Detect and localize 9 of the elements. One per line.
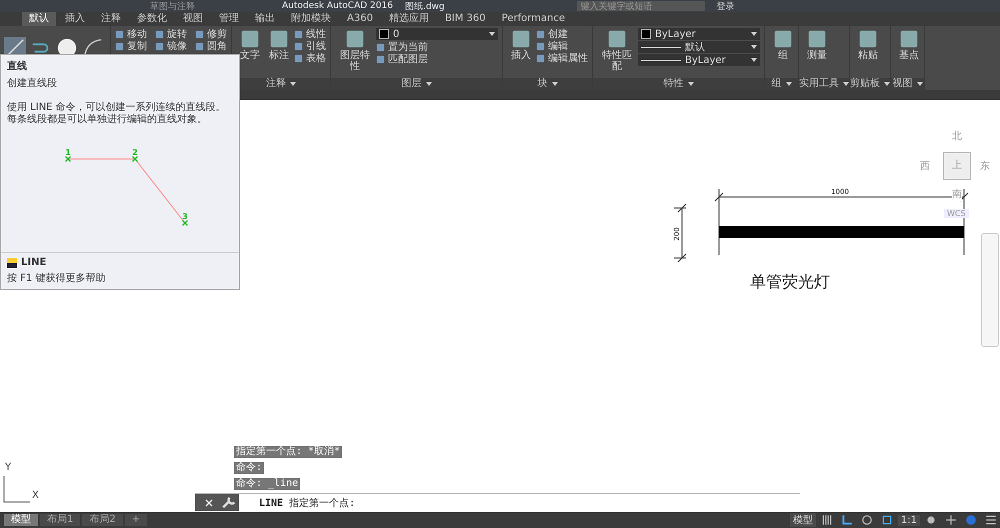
tooltip-title: 直线 (6, 60, 28, 73)
drawing-label: 单管荧光灯 (750, 272, 830, 293)
tooltip-help: 按 F1 键获得更多帮助 (6, 272, 106, 285)
tooltip-subtitle: 创建直线段 (6, 76, 58, 90)
line-example-drawing: 1 2 3 (53, 144, 193, 224)
tooltip-description: 使用 LINE 命令，可以创建一系列连续的直线段。每条线段都是可以单独进行编辑的直线对象。 (6, 100, 227, 126)
file-name: 图纸.dwg (404, 0, 445, 12)
window-title: Autodesk AutoCAD 2016 (282, 1, 393, 11)
tooltip-command: LINE (21, 257, 46, 268)
